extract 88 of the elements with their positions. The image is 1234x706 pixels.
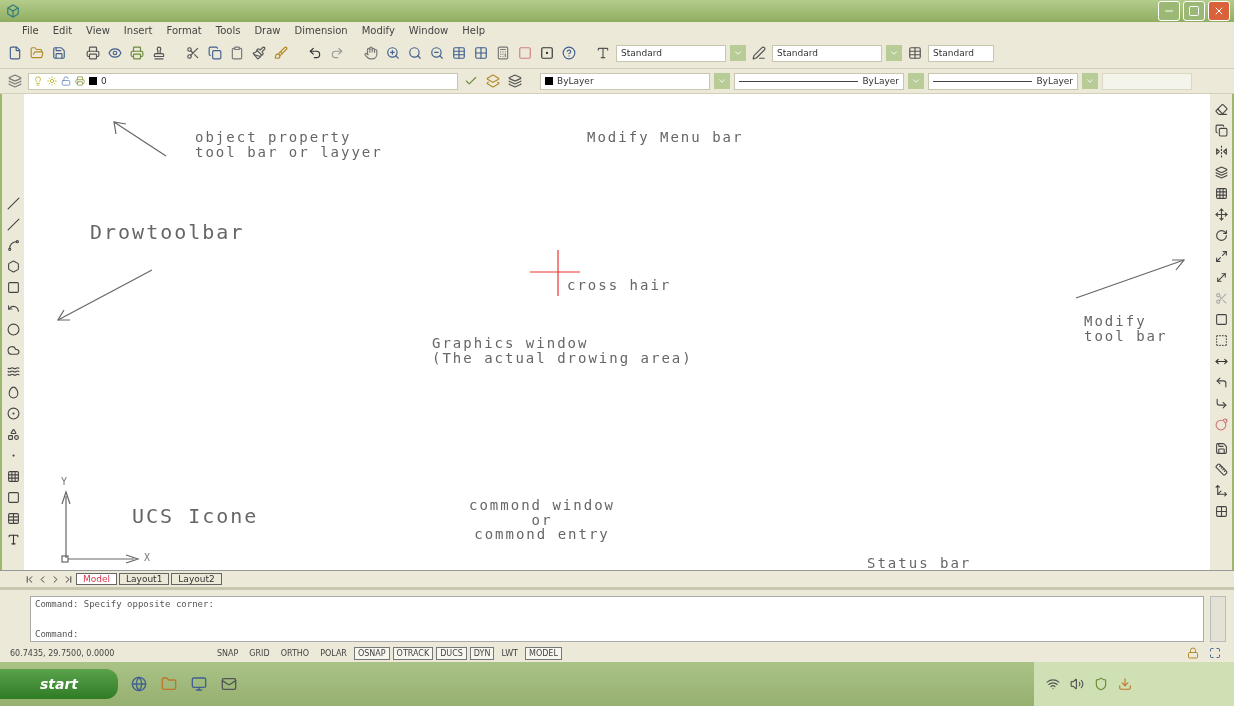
- style-dropdown[interactable]: Standard: [928, 44, 994, 62]
- menu-item[interactable]: Tools: [215, 24, 241, 36]
- layer-state-icon[interactable]: [506, 72, 524, 90]
- annotation-text: commond window or commond entry: [469, 498, 615, 543]
- annotation-text: Modify tool bar: [1084, 314, 1168, 344]
- menu-item[interactable]: View: [86, 24, 110, 36]
- status-toggle[interactable]: OTRACK: [392, 646, 434, 660]
- linetype-dropdown[interactable]: ByLayer: [734, 72, 904, 90]
- layer-manager-icon[interactable]: [6, 72, 24, 90]
- annotation-text: Graphics window (The actual drowing area): [432, 336, 693, 366]
- layer-name: 0: [101, 76, 107, 86]
- axis-label: Y: [61, 476, 68, 487]
- close-button[interactable]: [1208, 1, 1230, 21]
- plotter-icon[interactable]: [128, 44, 146, 62]
- menu-item[interactable]: Edit: [52, 24, 73, 36]
- color-swatch: [89, 77, 97, 85]
- menu-item[interactable]: File: [22, 24, 39, 36]
- status-toggle[interactable]: MODEL: [525, 646, 562, 660]
- status-toggle[interactable]: DUCS: [436, 646, 467, 660]
- ruler-icon[interactable]: [1212, 460, 1230, 478]
- grid-icon[interactable]: [472, 44, 490, 62]
- layout-tab[interactable]: Layout2: [171, 573, 222, 585]
- annotation-text: cross hair: [567, 278, 672, 293]
- style-dropdown[interactable]: Standard: [772, 44, 882, 62]
- annotation-text: Drowtoolbar: [90, 222, 245, 243]
- annotation-text: object property tool bar or layyer: [195, 130, 383, 160]
- menu-item[interactable]: Window: [408, 24, 449, 36]
- status-toggle[interactable]: ORTHO: [276, 646, 314, 660]
- ellipse-arc-icon[interactable]: [4, 404, 22, 422]
- mail-icon[interactable]: [220, 675, 238, 693]
- menu-item[interactable]: Insert: [123, 24, 153, 36]
- table-style-icon[interactable]: [906, 44, 924, 62]
- menu-item[interactable]: Dimension: [294, 24, 348, 36]
- style-dropdown[interactable]: Standard: [616, 44, 726, 62]
- copy-icon[interactable]: [206, 44, 224, 62]
- status-toggle[interactable]: OSNAP: [353, 646, 390, 660]
- layer-dropdown[interactable]: 0: [28, 72, 458, 90]
- annotation-text: UCS Icone: [132, 506, 259, 527]
- save-icon[interactable]: [50, 44, 68, 62]
- zoom-out-icon[interactable]: [428, 44, 446, 62]
- coordinates: 60.7435, 29.7500, 0.0000: [10, 648, 116, 658]
- command-line: Command: Specify opposite corner:: [35, 599, 215, 609]
- move-icon[interactable]: [1212, 205, 1230, 223]
- zoom-in-icon[interactable]: [384, 44, 402, 62]
- menu-item[interactable]: Draw: [254, 24, 281, 36]
- status-toggle[interactable]: GRID: [245, 646, 274, 660]
- dropdown-value: ByLayer: [557, 76, 594, 86]
- tab-nav-icon[interactable]: [63, 573, 74, 585]
- brush-icon[interactable]: [250, 44, 268, 62]
- printer-icon[interactable]: [75, 76, 85, 86]
- desktop-icon[interactable]: [190, 675, 208, 693]
- menu-item[interactable]: Modify: [361, 24, 395, 36]
- dropdown-value: ByLayer: [1036, 76, 1073, 86]
- lineweight-dropdown[interactable]: ByLayer: [928, 72, 1078, 90]
- circle-icon[interactable]: [4, 320, 22, 338]
- table-icon[interactable]: [450, 44, 468, 62]
- status-toggle[interactable]: POLAR: [316, 646, 351, 660]
- drawing-area[interactable]: Y X object property tool bar or layyer Modify Menu bar Drowtoolbar cross hair Graphics window (The actual drowing area) Modify tool bar UCS Icone commond window or commond entry Status bar: [24, 94, 1210, 570]
- maximize-icon: [1188, 5, 1200, 17]
- help-icon[interactable]: [560, 44, 578, 62]
- close-icon: [1213, 5, 1225, 17]
- browser-icon[interactable]: [130, 675, 148, 693]
- start-button[interactable]: start: [0, 669, 118, 699]
- printer-icon[interactable]: [84, 44, 102, 62]
- scroll-bar[interactable]: [1210, 596, 1226, 642]
- layout-tab[interactable]: Model: [76, 573, 118, 585]
- dropdown-value: ByLayer: [862, 76, 899, 86]
- tab-nav-icon[interactable]: [24, 573, 35, 585]
- annotation-text: Modify Menu bar: [587, 130, 744, 145]
- color-dropdown[interactable]: ByLayer: [540, 72, 710, 90]
- app-icon: [4, 2, 22, 20]
- zoom-icon[interactable]: [406, 44, 424, 62]
- status-toggle[interactable]: SNAP: [213, 646, 243, 660]
- pan-icon[interactable]: [362, 44, 380, 62]
- dimension-style-icon[interactable]: [750, 44, 768, 62]
- color-swatch: [545, 77, 553, 85]
- copy-icon[interactable]: [1212, 121, 1230, 139]
- axis-label: X: [144, 552, 151, 563]
- menu-item[interactable]: Help: [462, 24, 486, 36]
- command-window[interactable]: Command: Specify opposite corner: Command:: [30, 596, 1204, 642]
- status-toggle[interactable]: DYN: [469, 646, 495, 660]
- block-icon[interactable]: [538, 44, 556, 62]
- layout-tab[interactable]: Layout1: [119, 573, 170, 585]
- command-line: Command:: [35, 629, 80, 639]
- status-toggle[interactable]: LWT: [497, 646, 522, 660]
- menu-item[interactable]: Format: [166, 24, 202, 36]
- leader-arrow: [113, 121, 167, 157]
- annotation-text: Status bar: [867, 556, 972, 571]
